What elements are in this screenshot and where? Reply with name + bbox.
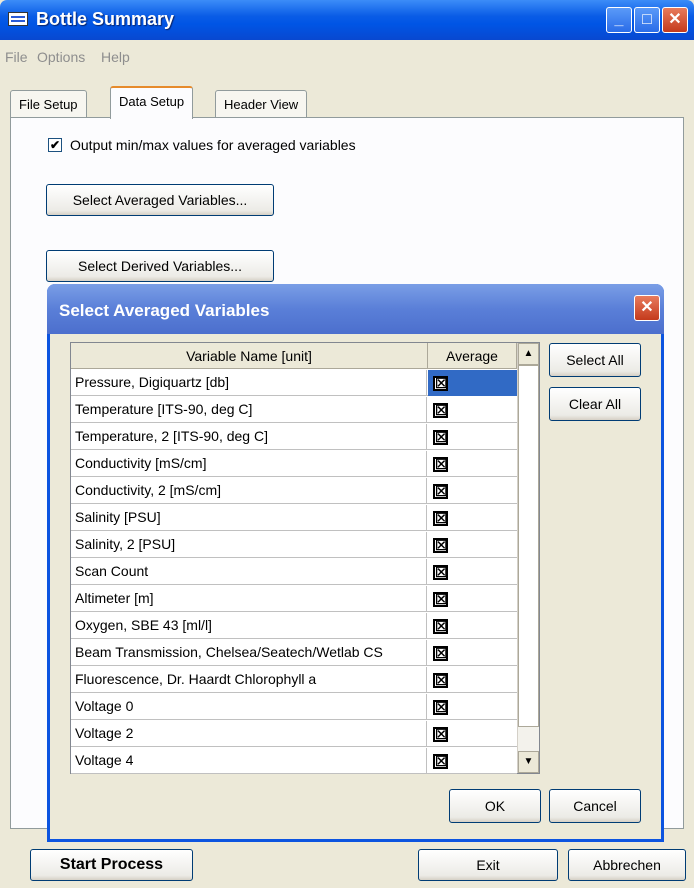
table-row[interactable]: Voltage 0 ☒ xyxy=(71,694,517,720)
average-checkbox[interactable]: ☒ xyxy=(433,592,448,607)
window-title: Bottle Summary xyxy=(36,9,175,29)
average-cell[interactable]: ☒ xyxy=(428,613,517,639)
average-cell[interactable]: ☒ xyxy=(428,451,517,477)
dialog-close-button[interactable]: ✕ xyxy=(634,295,660,321)
app-icon xyxy=(8,12,28,26)
variable-name-cell[interactable]: Temperature [ITS-90, deg C] xyxy=(71,397,427,423)
average-checkbox[interactable]: ☒ xyxy=(433,754,448,769)
table-row[interactable]: Conductivity, 2 [mS/cm] ☒ xyxy=(71,478,517,504)
select-averaged-dialog: Select Averaged Variables ✕ Variable Nam… xyxy=(47,284,664,842)
variable-name-cell[interactable]: Oxygen, SBE 43 [ml/l] xyxy=(71,613,427,639)
variable-name-cell[interactable]: Salinity [PSU] xyxy=(71,505,427,531)
tab-header-view[interactable]: Header View xyxy=(215,90,308,118)
variable-name-cell[interactable]: Voltage 0 xyxy=(71,694,427,720)
grid-scrollbar[interactable]: ▲ ▼ xyxy=(517,343,539,773)
variable-name-cell[interactable]: Conductivity [mS/cm] xyxy=(71,451,427,477)
average-checkbox[interactable]: ☒ xyxy=(433,511,448,526)
table-row[interactable]: Beam Transmission, Chelsea/Seatech/Wetla… xyxy=(71,640,517,666)
variable-name-cell[interactable]: Beam Transmission, Chelsea/Seatech/Wetla… xyxy=(71,640,427,666)
average-cell[interactable]: ☒ xyxy=(428,397,517,423)
dialog-title-bar[interactable]: Select Averaged Variables ✕ xyxy=(47,284,664,334)
table-row[interactable]: Temperature, 2 [ITS-90, deg C] ☒ xyxy=(71,424,517,450)
scroll-thumb[interactable] xyxy=(518,365,539,727)
ok-button[interactable]: OK xyxy=(449,789,541,823)
minmax-checkbox[interactable]: ✔ xyxy=(48,138,62,152)
average-cell[interactable]: ☒ xyxy=(428,721,517,747)
variable-name-cell[interactable]: Scan Count xyxy=(71,559,427,585)
average-checkbox[interactable]: ☒ xyxy=(433,619,448,634)
average-cell[interactable]: ☒ xyxy=(428,478,517,504)
average-checkbox[interactable]: ☒ xyxy=(433,403,448,418)
grid-header: Variable Name [unit] Average xyxy=(71,343,537,369)
cancel-button[interactable]: Cancel xyxy=(549,789,641,823)
average-cell[interactable]: ☒ xyxy=(428,370,517,396)
variables-grid: Variable Name [unit] Average Pressure, D… xyxy=(70,342,540,774)
minimize-button[interactable]: _ xyxy=(606,7,632,33)
table-row[interactable]: Salinity, 2 [PSU] ☒ xyxy=(71,532,517,558)
average-cell[interactable]: ☒ xyxy=(428,532,517,558)
table-row[interactable]: Oxygen, SBE 43 [ml/l] ☒ xyxy=(71,613,517,639)
menu-help[interactable]: Help xyxy=(101,49,130,65)
dialog-title: Select Averaged Variables xyxy=(59,301,270,320)
select-all-button[interactable]: Select All xyxy=(549,343,641,377)
average-checkbox[interactable]: ☒ xyxy=(433,376,448,391)
variable-name-cell[interactable]: Salinity, 2 [PSU] xyxy=(71,532,427,558)
exit-button[interactable]: Exit xyxy=(418,849,558,881)
average-cell[interactable]: ☒ xyxy=(428,505,517,531)
average-checkbox[interactable]: ☒ xyxy=(433,430,448,445)
average-cell[interactable]: ☒ xyxy=(428,748,517,774)
scroll-down-arrow[interactable]: ▼ xyxy=(518,751,539,773)
table-row[interactable]: Voltage 2 ☒ xyxy=(71,721,517,747)
tab-data-setup[interactable]: Data Setup xyxy=(110,86,194,119)
col-header-name[interactable]: Variable Name [unit] xyxy=(71,343,428,369)
table-row[interactable]: Fluorescence, Dr. Haardt Chlorophyll a ☒ xyxy=(71,667,517,693)
select-averaged-button[interactable]: Select Averaged Variables... xyxy=(46,184,274,216)
average-cell[interactable]: ☒ xyxy=(428,667,517,693)
average-cell[interactable]: ☒ xyxy=(428,586,517,612)
average-checkbox[interactable]: ☒ xyxy=(433,538,448,553)
title-bar[interactable]: Bottle Summary _ □ ✕ xyxy=(0,0,694,40)
abort-button[interactable]: Abbrechen xyxy=(568,849,686,881)
variable-name-cell[interactable]: Pressure, Digiquartz [db] xyxy=(71,370,427,396)
close-button[interactable]: ✕ xyxy=(662,7,688,33)
menu-file[interactable]: File xyxy=(5,49,28,65)
start-process-button[interactable]: Start Process xyxy=(30,849,193,881)
average-checkbox[interactable]: ☒ xyxy=(433,457,448,472)
average-checkbox[interactable]: ☒ xyxy=(433,673,448,688)
clear-all-button[interactable]: Clear All xyxy=(549,387,641,421)
table-row[interactable]: Voltage 4 ☒ xyxy=(71,748,517,774)
average-checkbox[interactable]: ☒ xyxy=(433,484,448,499)
average-cell[interactable]: ☒ xyxy=(428,694,517,720)
select-derived-button[interactable]: Select Derived Variables... xyxy=(46,250,274,282)
table-row[interactable]: Salinity [PSU] ☒ xyxy=(71,505,517,531)
table-row[interactable]: Conductivity [mS/cm] ☒ xyxy=(71,451,517,477)
minmax-label: Output min/max values for averaged varia… xyxy=(70,137,356,153)
average-checkbox[interactable]: ☒ xyxy=(433,727,448,742)
table-row[interactable]: Temperature [ITS-90, deg C] ☒ xyxy=(71,397,517,423)
scroll-up-arrow[interactable]: ▲ xyxy=(518,343,539,365)
tab-file-setup[interactable]: File Setup xyxy=(10,90,87,118)
average-checkbox[interactable]: ☒ xyxy=(433,565,448,580)
variable-name-cell[interactable]: Fluorescence, Dr. Haardt Chlorophyll a xyxy=(71,667,427,693)
average-cell[interactable]: ☒ xyxy=(428,640,517,666)
variable-name-cell[interactable]: Conductivity, 2 [mS/cm] xyxy=(71,478,427,504)
table-row[interactable]: Altimeter [m] ☒ xyxy=(71,586,517,612)
average-checkbox[interactable]: ☒ xyxy=(433,700,448,715)
col-header-average[interactable]: Average xyxy=(428,343,517,369)
average-cell[interactable]: ☒ xyxy=(428,559,517,585)
menu-bar: File Options Help xyxy=(0,40,694,70)
average-checkbox[interactable]: ☒ xyxy=(433,646,448,661)
variable-name-cell[interactable]: Voltage 4 xyxy=(71,748,427,774)
variable-name-cell[interactable]: Voltage 2 xyxy=(71,721,427,747)
average-cell[interactable]: ☒ xyxy=(428,424,517,450)
table-row[interactable]: Scan Count ☒ xyxy=(71,559,517,585)
variable-name-cell[interactable]: Temperature, 2 [ITS-90, deg C] xyxy=(71,424,427,450)
menu-options[interactable]: Options xyxy=(37,49,85,65)
variable-name-cell[interactable]: Altimeter [m] xyxy=(71,586,427,612)
table-row[interactable]: Pressure, Digiquartz [db] ☒ xyxy=(71,370,517,396)
maximize-button[interactable]: □ xyxy=(634,7,660,33)
